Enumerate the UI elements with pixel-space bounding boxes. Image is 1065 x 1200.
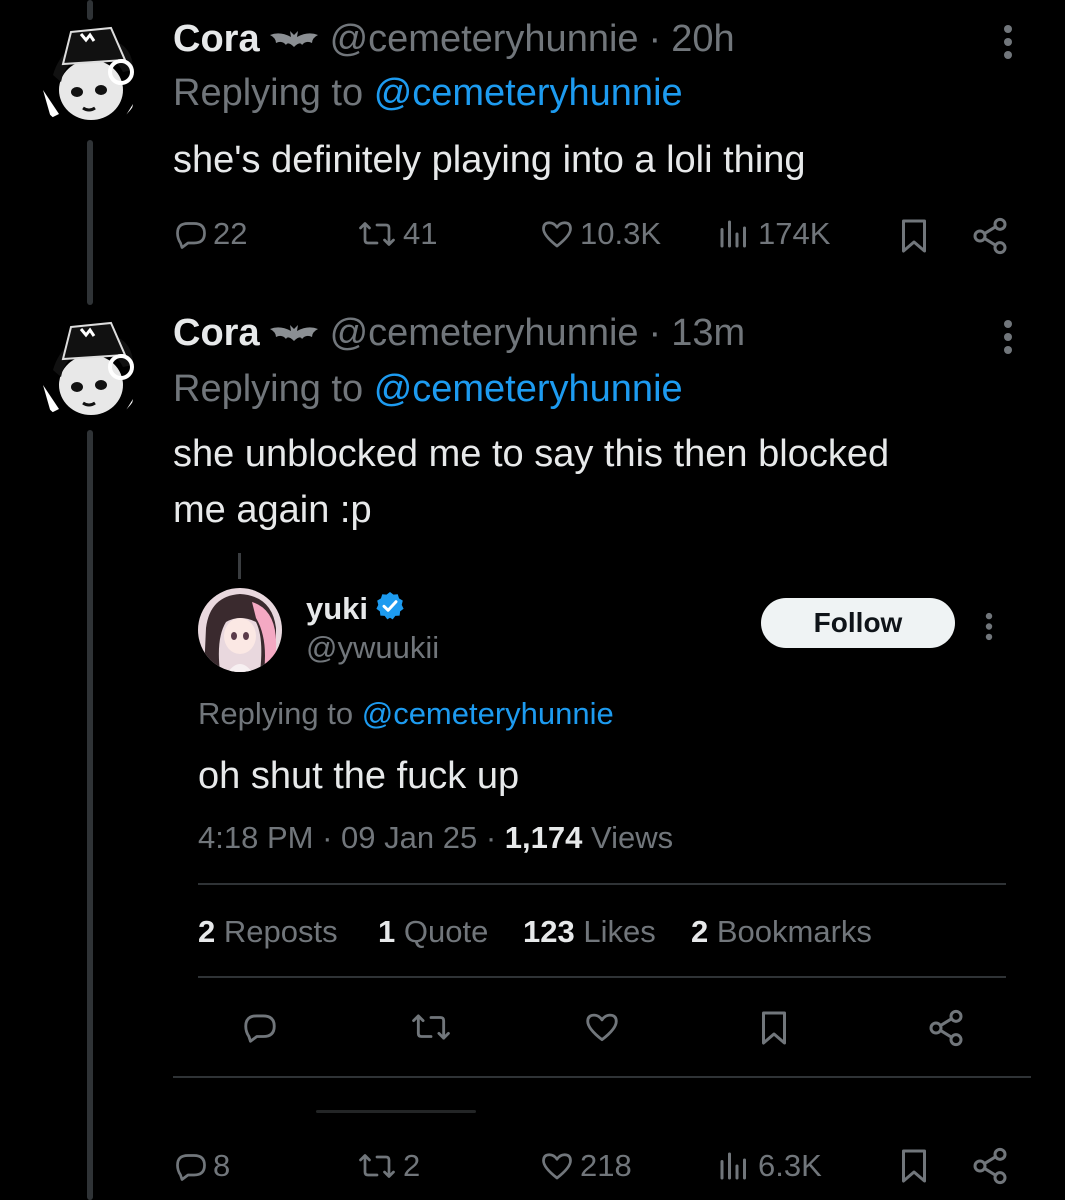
quoted-views-label: Views xyxy=(590,820,674,855)
replying-to: Replying to @cemeteryhunnie xyxy=(173,368,683,411)
more-icon[interactable] xyxy=(984,612,994,644)
bat-icon xyxy=(268,18,320,61)
tweet-header: Cora @cemeteryhunnie · 20h xyxy=(173,18,735,61)
quoted-text: oh shut the fuck up xyxy=(198,755,520,797)
timestamp[interactable]: 13m xyxy=(671,312,745,355)
repost-button[interactable]: 2 xyxy=(355,1148,420,1184)
reply-icon xyxy=(176,222,206,249)
display-name[interactable]: Cora xyxy=(173,312,260,355)
handle[interactable]: @cemeteryhunnie xyxy=(330,18,639,61)
stat-count: 1 xyxy=(378,914,396,949)
replying-prefix: Replying to xyxy=(173,368,364,410)
reply-button[interactable]: 22 xyxy=(173,216,247,252)
thread-line xyxy=(87,0,93,20)
thread-line xyxy=(87,430,93,1200)
reply-count: 8 xyxy=(213,1148,231,1183)
tweet-header: Cora @cemeteryhunnie · 13m xyxy=(173,312,745,355)
views-count: 6.3K xyxy=(758,1148,822,1183)
like-button[interactable]: 218 xyxy=(538,1148,632,1184)
reply-button[interactable]: 8 xyxy=(173,1148,230,1184)
mention-link[interactable]: @cemeteryhunnie xyxy=(374,368,683,410)
mention-link[interactable]: @cemeteryhunnie xyxy=(374,72,683,114)
more-icon[interactable] xyxy=(1002,320,1014,359)
verified-icon xyxy=(374,590,406,627)
separator: · xyxy=(648,312,662,354)
reply-count: 22 xyxy=(213,216,248,251)
repost-icon[interactable] xyxy=(408,1008,454,1051)
share-icon[interactable] xyxy=(970,1146,1010,1191)
like-icon[interactable] xyxy=(582,1008,622,1051)
quoted-display-name[interactable]: yuki xyxy=(306,591,368,627)
share-icon[interactable] xyxy=(926,1008,966,1053)
quoted-handle[interactable]: @ywuukii xyxy=(306,630,439,666)
stat-likes[interactable]: 123 Likes xyxy=(523,914,656,950)
share-icon[interactable] xyxy=(970,216,1010,261)
quoted-views-count: 1,174 xyxy=(504,820,583,855)
bat-icon xyxy=(268,312,320,355)
stat-reposts[interactable]: 2 Reposts xyxy=(198,914,338,950)
views-button[interactable]: 6.3K xyxy=(714,1148,822,1184)
divider xyxy=(173,1076,1031,1078)
avatar[interactable] xyxy=(33,20,143,130)
stat-label: Bookmarks xyxy=(716,914,872,949)
tweet-text: she's definitely playing into a loli thi… xyxy=(173,139,806,181)
handle[interactable]: @cemeteryhunnie xyxy=(330,312,639,355)
separator: · xyxy=(648,18,662,60)
like-icon xyxy=(542,1153,572,1180)
stat-label: Quote xyxy=(403,914,489,949)
replying-to: Replying to @cemeteryhunnie xyxy=(173,72,683,115)
views-icon xyxy=(720,220,746,248)
repost-button[interactable]: 41 xyxy=(355,216,437,252)
stat-quotes[interactable]: 1 Quote xyxy=(378,914,488,950)
like-count: 10.3K xyxy=(580,216,662,251)
stat-label: Reposts xyxy=(223,914,338,949)
stat-label: Likes xyxy=(583,914,656,949)
quoted-time[interactable]: 4:18 PM xyxy=(198,820,313,855)
tweet-text-line: she unblocked me to say this then blocke… xyxy=(173,433,890,475)
separator: · xyxy=(322,820,333,855)
quoted-avatar[interactable] xyxy=(198,588,282,672)
reply-icon xyxy=(176,1154,206,1181)
repost-count: 2 xyxy=(403,1148,421,1183)
views-button[interactable]: 174K xyxy=(714,216,830,252)
bookmark-icon[interactable] xyxy=(756,1008,792,1053)
more-icon[interactable] xyxy=(1002,25,1014,64)
quoted-date[interactable]: 09 Jan 25 xyxy=(341,820,477,855)
separator: · xyxy=(485,820,497,855)
quoted-meta: 4:18 PM · 09 Jan 25 · 1,174 Views xyxy=(198,820,673,856)
stat-bookmarks[interactable]: 2 Bookmarks xyxy=(691,914,872,950)
bookmark-icon[interactable] xyxy=(896,1146,932,1191)
quoted-replying-to: Replying to @cemeteryhunnie xyxy=(198,696,614,732)
views-count: 174K xyxy=(758,216,831,251)
divider xyxy=(198,976,1006,978)
stat-count: 2 xyxy=(691,914,709,949)
cropped-text-fragment xyxy=(316,1110,476,1113)
mention-link[interactable]: @cemeteryhunnie xyxy=(362,696,614,731)
quote-connector-line xyxy=(238,553,241,579)
follow-button[interactable]: Follow xyxy=(761,598,955,648)
like-count: 218 xyxy=(580,1148,632,1183)
thread-line xyxy=(87,140,93,305)
repost-count: 41 xyxy=(403,216,438,251)
replying-prefix: Replying to xyxy=(198,696,354,731)
divider xyxy=(198,883,1006,885)
repost-icon xyxy=(359,222,395,246)
views-icon xyxy=(720,1152,746,1180)
bookmark-icon[interactable] xyxy=(896,216,932,261)
like-button[interactable]: 10.3K xyxy=(538,216,661,252)
avatar[interactable] xyxy=(33,315,143,425)
replying-prefix: Replying to xyxy=(173,72,364,114)
repost-icon xyxy=(359,1154,395,1178)
like-icon xyxy=(542,221,572,248)
display-name[interactable]: Cora xyxy=(173,18,260,61)
quoted-name-row: yuki xyxy=(306,590,406,627)
reply-icon[interactable] xyxy=(240,1008,280,1051)
stat-count: 2 xyxy=(198,914,216,949)
timestamp[interactable]: 20h xyxy=(671,18,734,61)
tweet-text-line: me again :p xyxy=(173,489,372,531)
stat-count: 123 xyxy=(523,914,575,949)
